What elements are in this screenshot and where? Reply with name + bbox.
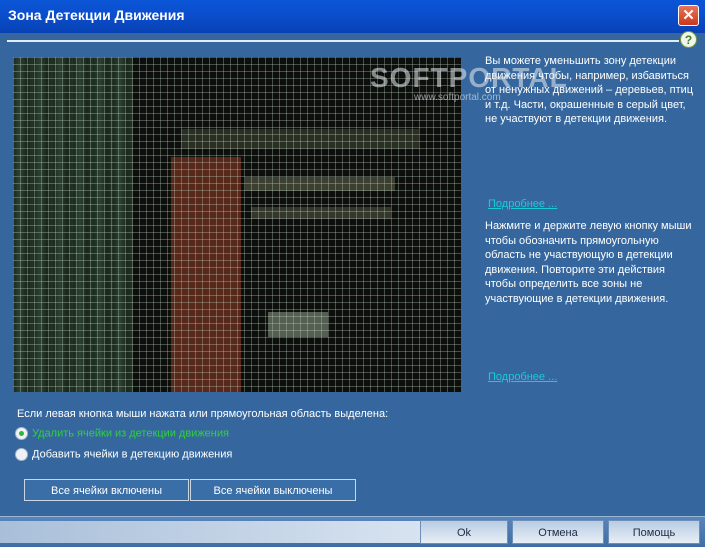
help-button[interactable]: Помощь [608, 520, 700, 544]
bottom-bar-highlight [0, 521, 420, 543]
motion-zone-dialog: Зона Детекции Движения ✕ ? Вы можете уме… [0, 0, 705, 547]
all-cells-off-button[interactable]: Все ячейки выключены [190, 479, 356, 501]
help-icon[interactable]: ? [680, 31, 697, 48]
detection-grid[interactable] [13, 57, 461, 392]
more-link-1[interactable]: Подробнее ... [488, 198, 557, 210]
radio-add-label: Добавить ячейки в детекцию движения [32, 448, 233, 461]
ok-button[interactable]: Ok [420, 520, 508, 544]
more-link-2[interactable]: Подробнее ... [488, 371, 557, 383]
mode-label: Если левая кнопка мыши нажата или прямоу… [17, 408, 389, 420]
radio-add-cells[interactable]: Добавить ячейки в детекцию движения [15, 448, 232, 461]
close-button[interactable]: ✕ [678, 5, 699, 26]
radio-remove-label: Удалить ячейки из детекции движения [32, 427, 229, 440]
radio-remove-cells[interactable]: Удалить ячейки из детекции движения [15, 427, 229, 440]
info-paragraph-2: Нажмите и держите левую кнопку мыши чтоб… [485, 220, 692, 305]
cancel-button[interactable]: Отмена [512, 520, 604, 544]
radio-checked-icon[interactable] [15, 427, 28, 440]
watermark-logo: SOFTPORTAL [370, 62, 568, 93]
camera-preview-grid[interactable] [13, 57, 461, 392]
radio-unchecked-icon[interactable] [15, 448, 28, 461]
window-title: Зона Детекции Движения [8, 7, 185, 23]
divider [7, 40, 679, 42]
title-bar[interactable]: Зона Детекции Движения ✕ [0, 0, 705, 33]
watermark-url: www.softportal.com [414, 92, 501, 103]
all-cells-on-button[interactable]: Все ячейки включены [24, 479, 189, 501]
